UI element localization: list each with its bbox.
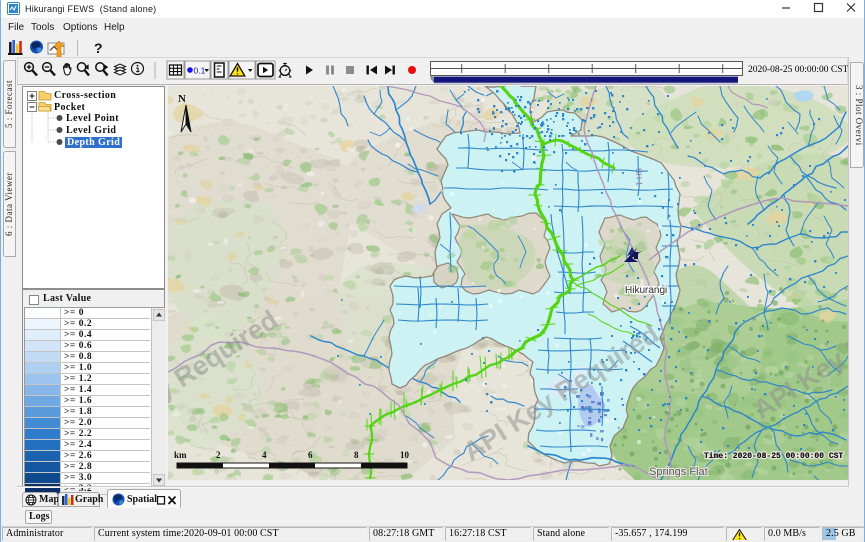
svg-text:Time: 2020-08-25 00:00:00 CST: Time: 2020-08-25 00:00:00 CST <box>704 452 843 461</box>
svg-text:10: 10 <box>400 450 410 460</box>
svg-text:0.1: 0.1 <box>194 66 206 76</box>
svg-text:Springs Flat: Springs Flat <box>649 466 708 478</box>
svg-text:8: 8 <box>354 450 359 460</box>
svg-text:SH 1: SH 1 <box>634 168 644 187</box>
svg-text:Hikurangi: Hikurangi <box>625 285 667 296</box>
svg-text:?: ? <box>94 40 103 56</box>
svg-text:km: km <box>174 450 187 460</box>
svg-text:6: 6 <box>308 450 313 460</box>
svg-text:N: N <box>178 93 186 105</box>
svg-text:2: 2 <box>216 450 221 460</box>
svg-text:4: 4 <box>262 450 267 460</box>
